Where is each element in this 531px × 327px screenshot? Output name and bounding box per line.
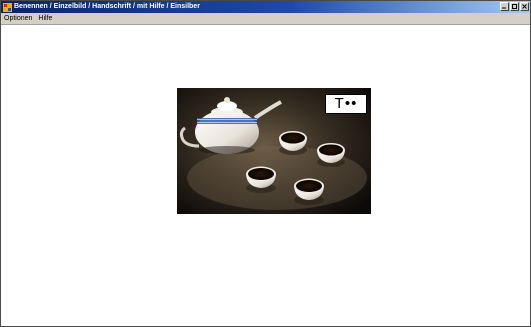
menu-bar: Optionen Hilfe (1, 13, 530, 25)
word-hint-text: T•• (334, 95, 358, 112)
menu-optionen[interactable]: Optionen (1, 13, 35, 24)
minimize-button[interactable] (500, 2, 509, 11)
teapot-picture[interactable]: T•• (177, 88, 371, 214)
close-button[interactable] (520, 2, 529, 11)
application-window: Benennen / Einzelbild / Handschrift / mi… (0, 0, 531, 327)
window-title: Benennen / Einzelbild / Handschrift / mi… (14, 3, 200, 10)
maximize-button[interactable] (510, 2, 519, 11)
word-hint-card: T•• (325, 94, 367, 114)
title-bar[interactable]: Benennen / Einzelbild / Handschrift / mi… (1, 1, 530, 13)
menu-hilfe[interactable]: Hilfe (35, 13, 55, 24)
title-buttons (500, 2, 529, 11)
app-icon[interactable] (3, 2, 12, 12)
